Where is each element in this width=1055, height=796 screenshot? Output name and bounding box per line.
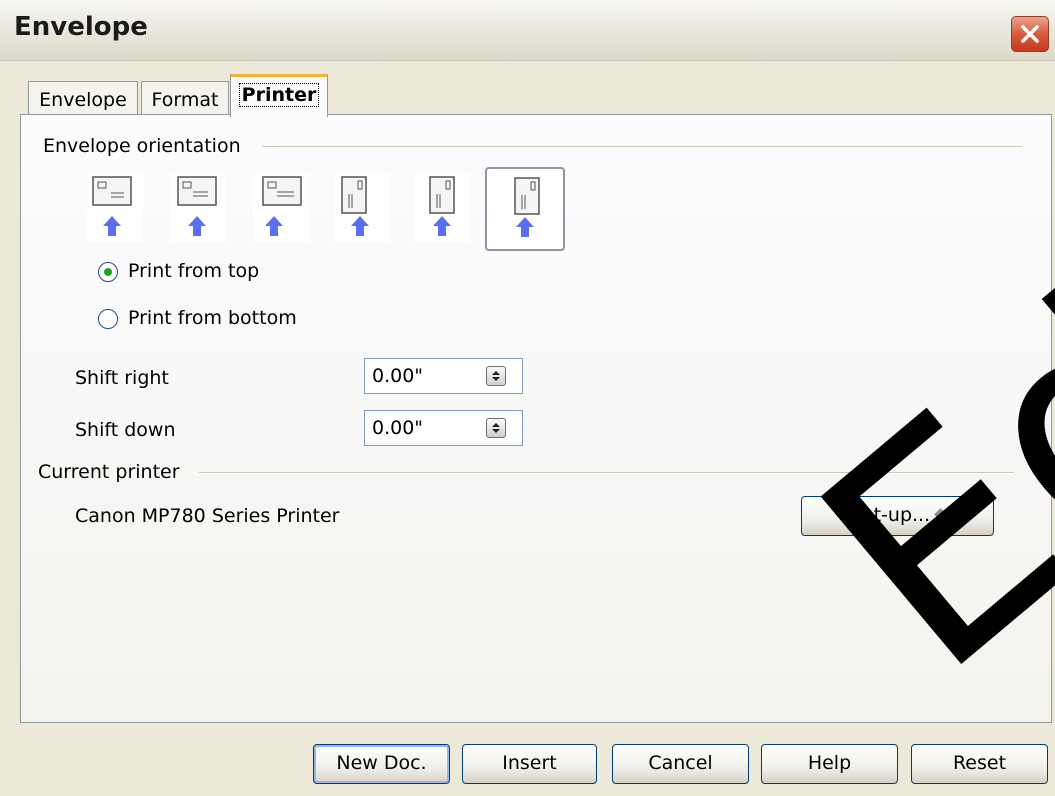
divider: [262, 146, 1022, 148]
shift-right-value: 0.00": [372, 365, 424, 387]
orientation-option-5[interactable]: [414, 173, 470, 242]
help-label: Help: [807, 752, 852, 774]
shift-down-value: 0.00": [372, 417, 424, 439]
orientation-option-1[interactable]: [87, 173, 143, 242]
spin-arrows-icon[interactable]: [486, 418, 506, 438]
close-button[interactable]: [1011, 16, 1049, 52]
close-icon: [1021, 25, 1039, 43]
orientation-option-3[interactable]: [253, 173, 309, 242]
orientation-option-6[interactable]: [485, 167, 565, 251]
current-printer-label: Current printer: [38, 461, 180, 483]
printer-name: Canon MP780 Series Printer: [75, 505, 340, 527]
envelope-dialog: Envelope Envelope Format Printer Envelop…: [0, 0, 1055, 796]
new-doc-label: New Doc.: [336, 752, 427, 774]
envelope-vertical-icon: [429, 176, 455, 236]
tab-format-label: Format: [151, 89, 219, 111]
shift-down-label: Shift down: [75, 419, 176, 441]
reset-label: Reset: [952, 752, 1007, 774]
print-from-bottom-label: Print from bottom: [128, 307, 297, 329]
shift-right-spinner[interactable]: 0.00": [364, 358, 523, 394]
insert-button[interactable]: Insert: [462, 744, 597, 784]
radio-circle: [98, 262, 118, 282]
tab-printer-label: Printer: [238, 83, 320, 107]
tab-envelope[interactable]: Envelope: [28, 81, 138, 115]
shift-down-spinner[interactable]: 0.00": [364, 410, 523, 446]
tab-envelope-label: Envelope: [39, 89, 127, 111]
window-title: Envelope: [14, 12, 148, 42]
tab-format[interactable]: Format: [141, 81, 229, 115]
envelope-vertical-icon: [341, 176, 369, 236]
new-doc-button[interactable]: New Doc.: [313, 744, 450, 784]
envelope-horizontal-icon: [262, 176, 302, 236]
radio-dot: [104, 268, 112, 276]
setup-label: Set-up...: [849, 504, 931, 526]
shift-right-label: Shift right: [75, 367, 169, 389]
help-button[interactable]: Help: [761, 744, 898, 784]
title-bar[interactable]: Envelope: [0, 0, 1055, 61]
spin-arrows-icon[interactable]: [486, 366, 506, 386]
insert-label: Insert: [502, 752, 557, 774]
orientation-option-2[interactable]: [170, 173, 226, 242]
envelope-vertical-icon: [514, 177, 540, 237]
envelope-horizontal-icon: [92, 176, 132, 236]
reset-button[interactable]: Reset: [911, 744, 1048, 784]
divider: [199, 472, 1014, 474]
cancel-button[interactable]: Cancel: [612, 744, 749, 784]
diamond-icon: [934, 508, 948, 521]
print-from-top-label: Print from top: [128, 260, 260, 282]
tab-printer[interactable]: Printer: [230, 74, 328, 117]
envelope-orientation-label: Envelope orientation: [43, 135, 241, 157]
setup-button[interactable]: Set-up...: [801, 496, 994, 536]
radio-circle: [98, 309, 118, 329]
orientation-option-4[interactable]: [334, 173, 390, 242]
cancel-label: Cancel: [648, 752, 713, 774]
envelope-horizontal-icon: [177, 176, 217, 236]
